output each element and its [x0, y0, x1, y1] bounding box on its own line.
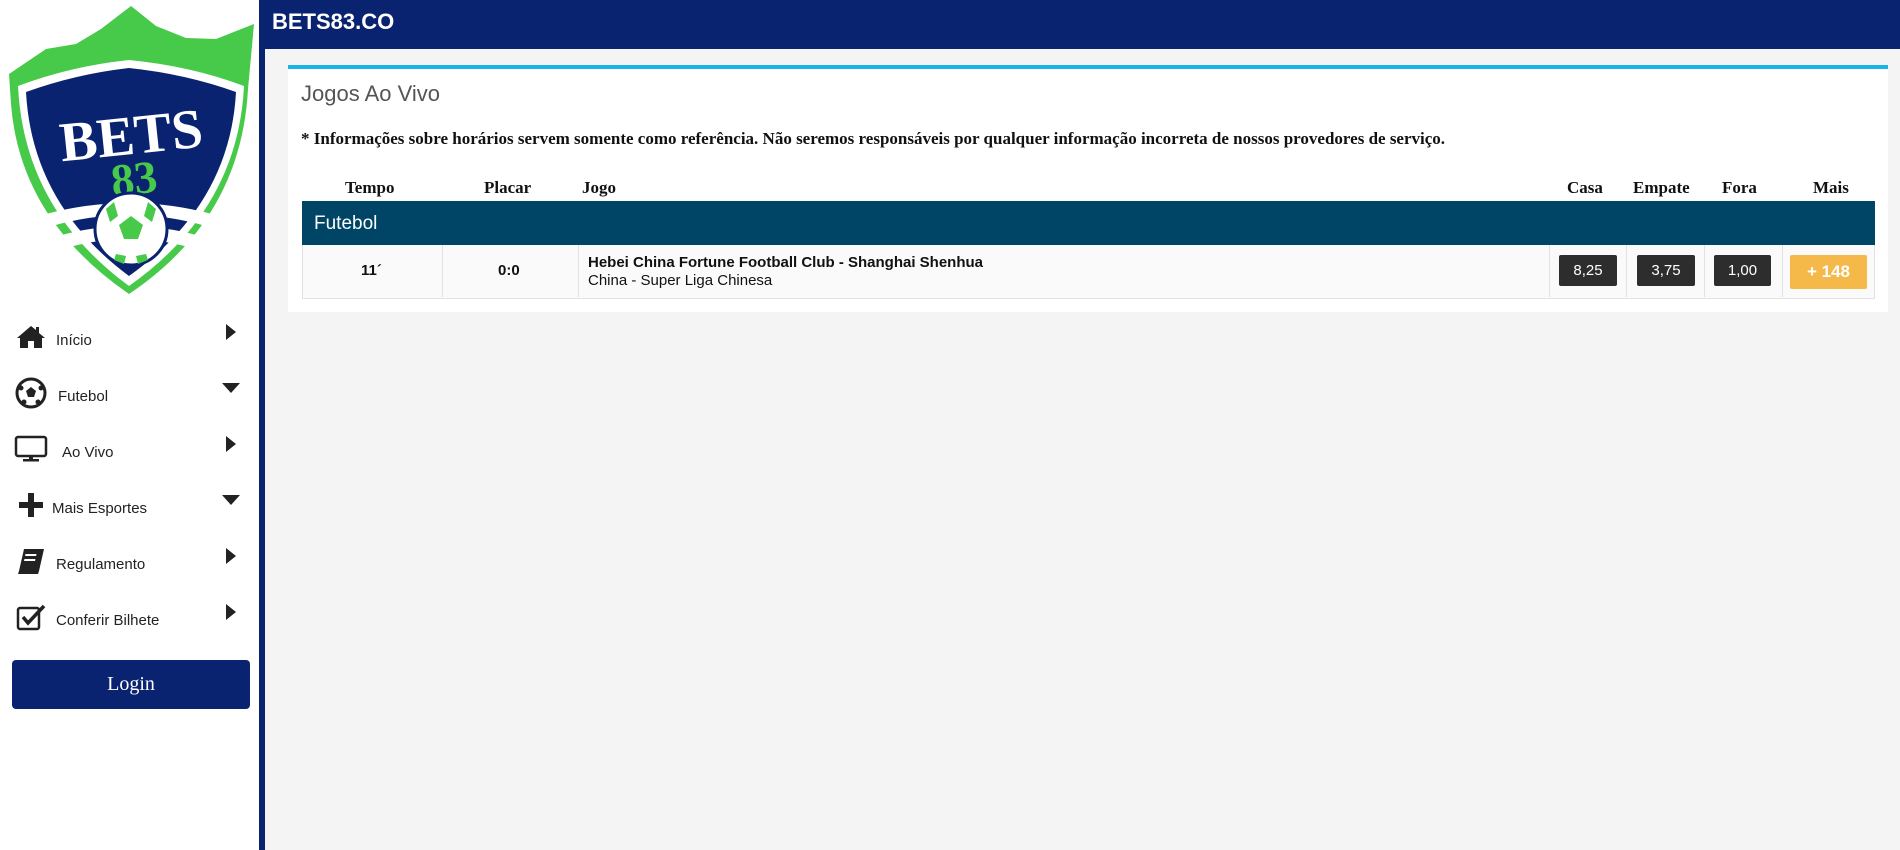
- soccer-ball-icon: [14, 376, 48, 410]
- monitor-icon: [14, 432, 48, 466]
- login-button[interactable]: Login: [12, 660, 250, 709]
- sidebar-item-ao-vivo[interactable]: Ao Vivo: [0, 424, 259, 480]
- plus-icon: [14, 488, 48, 522]
- chevron-right-icon: [221, 322, 241, 342]
- column-header-placar: Placar: [484, 178, 532, 197]
- sidebar-item-inicio[interactable]: Início: [0, 312, 259, 368]
- tempo-cell: 11´: [303, 245, 443, 297]
- home-icon: [14, 320, 48, 354]
- odd-casa-button[interactable]: 8,25: [1559, 255, 1617, 286]
- live-games-panel: Jogos Ao Vivo * Informações sobre horári…: [288, 65, 1888, 312]
- chevron-down-icon: [221, 378, 241, 398]
- chevron-right-icon: [221, 546, 241, 566]
- page-title: Jogos Ao Vivo: [301, 81, 441, 106]
- sidebar-item-label: Início: [56, 332, 92, 349]
- disclaimer-notice: * Informações sobre horários servem some…: [301, 129, 1446, 148]
- top-bar: BETS83.CO: [265, 0, 1900, 49]
- sidebar-item-label: Conferir Bilhete: [56, 612, 160, 629]
- sidebar-item-label: Regulamento: [56, 556, 146, 573]
- sidebar-item-label: Futebol: [58, 388, 109, 405]
- sidebar: BETS 83 Início Futebol Ao Vivo Mais Espo…: [0, 0, 265, 850]
- match-league: China - Super Liga Chinesa: [588, 272, 773, 289]
- sidebar-item-regulamento[interactable]: Regulamento: [0, 536, 259, 592]
- chevron-down-icon: [221, 490, 241, 510]
- sidebar-menu: Início Futebol Ao Vivo Mais Esportes Reg…: [0, 312, 259, 648]
- table-header: Tempo Placar Jogo Casa Empate Fora Mais: [302, 173, 1875, 201]
- sport-group-header[interactable]: Futebol: [302, 201, 1875, 245]
- sidebar-item-conferir-bilhete[interactable]: Conferir Bilhete: [0, 592, 259, 648]
- odd-fora-button[interactable]: 1,00: [1714, 255, 1771, 286]
- sport-group-label: Futebol: [314, 213, 378, 234]
- more-markets-button[interactable]: + 148: [1790, 255, 1867, 289]
- brand-title[interactable]: BETS83.CO: [272, 9, 394, 35]
- chevron-right-icon: [221, 434, 241, 454]
- column-header-jogo: Jogo: [582, 178, 616, 197]
- match-time: 11´: [361, 262, 382, 279]
- match-score: 0:0: [498, 262, 520, 279]
- sidebar-item-futebol[interactable]: Futebol: [0, 368, 259, 424]
- sidebar-item-label: Ao Vivo: [62, 444, 114, 461]
- sidebar-item-mais-esportes[interactable]: Mais Esportes: [0, 480, 259, 536]
- column-header-fora: Fora: [1722, 178, 1757, 197]
- live-games-table: Tempo Placar Jogo Casa Empate Fora Mais …: [302, 173, 1875, 299]
- odd-empate-button[interactable]: 3,75: [1637, 255, 1695, 286]
- chevron-right-icon: [221, 602, 241, 622]
- sidebar-item-label: Mais Esportes: [52, 500, 148, 517]
- bets83-logo[interactable]: BETS 83: [6, 4, 256, 299]
- column-header-tempo: Tempo: [345, 178, 395, 197]
- check-square-icon: [14, 600, 48, 634]
- match-teams[interactable]: Hebei China Fortune Football Club - Shan…: [588, 254, 983, 271]
- column-header-casa: Casa: [1567, 178, 1603, 197]
- book-icon: [14, 544, 48, 578]
- table-row[interactable]: 11´ 0:0 Hebei China Fortune Football Clu…: [302, 245, 1875, 299]
- placar-cell: 0:0: [443, 245, 579, 297]
- column-header-empate: Empate: [1633, 178, 1690, 197]
- column-header-mais: Mais: [1813, 178, 1849, 197]
